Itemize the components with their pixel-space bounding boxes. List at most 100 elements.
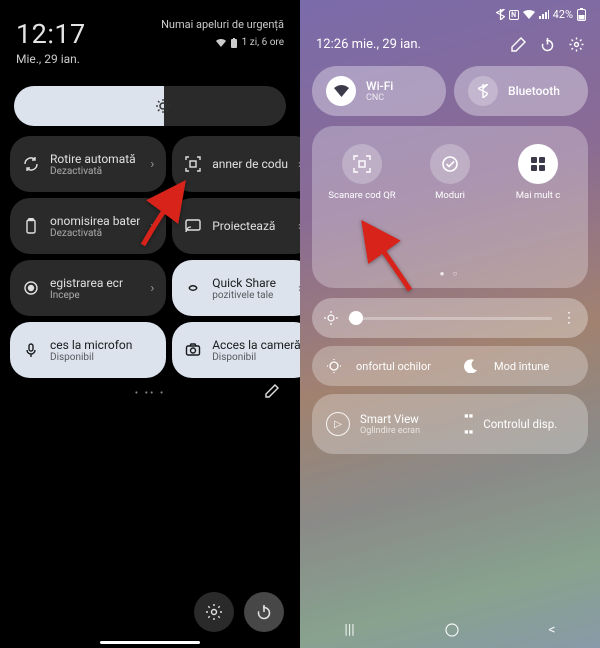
- rotate-icon: [22, 156, 40, 172]
- brightness-icon: [154, 97, 172, 115]
- clock: 12:17: [16, 18, 86, 50]
- wifi-icon: [216, 39, 226, 47]
- tile-label: Proiectează: [212, 219, 288, 233]
- cast-icon: [184, 218, 202, 234]
- camera-icon: [184, 342, 202, 358]
- wifi-network: CNC: [366, 93, 393, 103]
- header-actions: [511, 37, 584, 52]
- tile-mic-access[interactable]: ces la microfon Disponibil: [10, 322, 166, 378]
- nav-handle[interactable]: [100, 641, 200, 644]
- date: Mie., 29 ian.: [16, 52, 86, 66]
- shortcut-label: Mai mult c: [516, 190, 560, 201]
- expand-icon[interactable]: ⋮: [562, 310, 576, 326]
- chevron-right-icon: ›: [150, 281, 154, 296]
- shortcuts-panel: Scanare cod QR Moduri Mai mult c ● ○: [312, 126, 588, 288]
- bluetooth-icon: [468, 76, 498, 106]
- shortcut-more[interactable]: Mai mult c: [503, 144, 573, 201]
- nav-recents[interactable]: |||: [344, 622, 354, 638]
- device-control-tile[interactable]: ▪▪▪▪ Controlul disp.: [450, 394, 588, 454]
- emergency-calls-text: Numai apeluri de urgență: [161, 18, 284, 31]
- tile-qr-scanner[interactable]: anner de codu ›: [172, 136, 314, 192]
- shortcut-modes[interactable]: Moduri: [415, 144, 485, 201]
- bluetooth-label: Bluetooth: [508, 84, 560, 98]
- tile-label: anner de codu: [212, 157, 288, 171]
- edit-button[interactable]: [511, 37, 526, 52]
- nav-home[interactable]: [444, 622, 460, 638]
- shortcut-label: Moduri: [435, 190, 465, 201]
- footer-actions: [194, 592, 284, 632]
- chevron-right-icon: ›: [150, 157, 154, 172]
- slider-thumb[interactable]: [349, 311, 363, 325]
- tile-quick-share[interactable]: Quick Share pozitivele tale ›: [172, 260, 314, 316]
- tile-cast[interactable]: Proiectează ›: [172, 198, 314, 254]
- tile-label: Acces la cameră: [212, 338, 302, 352]
- mic-icon: [22, 342, 40, 358]
- power-button[interactable]: [540, 37, 555, 52]
- share-icon: [184, 280, 202, 296]
- edit-tiles-button[interactable]: [264, 383, 280, 399]
- settings-button[interactable]: [194, 592, 234, 632]
- record-icon: [22, 280, 40, 296]
- battery-icon: [230, 38, 238, 48]
- power-icon: [255, 603, 273, 621]
- status-bar: N 42%: [300, 0, 600, 25]
- chevron-right-icon: ›: [150, 219, 154, 234]
- battery-percent: 42%: [553, 8, 573, 21]
- dark-mode-tile[interactable]: Mod întune: [450, 346, 588, 386]
- tile-battery-saver[interactable]: onomisirea bater Dezactivată ›: [10, 198, 166, 254]
- moon-icon: [464, 359, 484, 373]
- power-button[interactable]: [244, 592, 284, 632]
- tile-label: Rotire automată: [50, 152, 140, 166]
- tile-sub: Disponibil: [50, 352, 154, 363]
- page-indicator: ● ○: [318, 269, 582, 278]
- display-modes-row: onfortul ochilor Mod întune: [312, 346, 588, 386]
- eye-icon: [326, 358, 346, 374]
- shortcut-label: Scanare cod QR: [328, 190, 395, 201]
- bluetooth-tile[interactable]: Bluetooth: [454, 66, 588, 116]
- wifi-tile[interactable]: Wi-Fi CNC: [312, 66, 446, 116]
- status-right: Numai apeluri de urgență 1 zi, 6 ore: [161, 18, 284, 48]
- dark-mode-label: Mod întune: [494, 360, 549, 373]
- smart-view-label: Smart View: [360, 412, 420, 426]
- tile-camera-access[interactable]: Acces la cameră Disponibil: [172, 322, 314, 378]
- brightness-slider[interactable]: ⋮: [312, 298, 588, 338]
- shortcut-qr-scan[interactable]: Scanare cod QR: [327, 144, 397, 201]
- eye-comfort-tile[interactable]: onfortul ochilor: [312, 346, 450, 386]
- smart-view-sub: Oglindire ecran: [360, 426, 420, 436]
- bluetooth-status-icon: [496, 9, 505, 20]
- tile-auto-rotate[interactable]: Rotire automată Dezactivată ›: [10, 136, 166, 192]
- quick-tiles-grid: Rotire automată Dezactivată › anner de c…: [0, 136, 300, 378]
- tile-screen-record[interactable]: egistrarea ecr Începe ›: [10, 260, 166, 316]
- device-control-label: Controlul disp.: [483, 417, 557, 431]
- smart-view-tile[interactable]: ▷ Smart View Oglindire ecran: [312, 394, 450, 454]
- qr-icon: [342, 144, 382, 184]
- slider-track: [348, 317, 552, 320]
- smart-view-icon: ▷: [326, 412, 350, 436]
- connectivity-row: Wi-Fi CNC Bluetooth: [300, 66, 600, 116]
- settings-button[interactable]: [569, 37, 584, 52]
- android-quick-settings-stock: 12:17 Mie., 29 ian. Numai apeluri de urg…: [0, 0, 300, 648]
- grid-icon: [518, 144, 558, 184]
- tile-label: ces la microfon: [50, 338, 154, 352]
- nav-back[interactable]: <: [548, 622, 555, 638]
- panel-header: 12:26 mie., 29 ian.: [300, 25, 600, 66]
- battery-icon: [22, 218, 40, 234]
- battery-icon: [577, 8, 586, 21]
- tile-sub: Dezactivată: [50, 228, 140, 239]
- tile-label: egistrarea ecr: [50, 276, 140, 290]
- nav-bar: ||| <: [300, 622, 600, 638]
- battery-estimate: 1 zi, 6 ore: [161, 37, 284, 48]
- eye-comfort-label: onfortul ochilor: [356, 360, 431, 373]
- page-indicator: • •• •: [0, 388, 300, 399]
- shortcuts-row: Scanare cod QR Moduri Mai mult c: [318, 144, 582, 201]
- brightness-slider[interactable]: [14, 86, 286, 126]
- tile-sub: Începe: [50, 290, 140, 301]
- time-date: 12:26 mie., 29 ian.: [316, 37, 421, 52]
- status-bar: 12:17 Mie., 29 ian. Numai apeluri de urg…: [0, 0, 300, 72]
- tile-sub: pozitivele tale: [212, 290, 288, 301]
- qr-icon: [184, 156, 202, 172]
- status-left: 12:17 Mie., 29 ian.: [16, 18, 86, 66]
- tile-sub: Dezactivată: [50, 166, 140, 177]
- signal-icon: [539, 10, 549, 19]
- wifi-label: Wi-Fi: [366, 79, 393, 93]
